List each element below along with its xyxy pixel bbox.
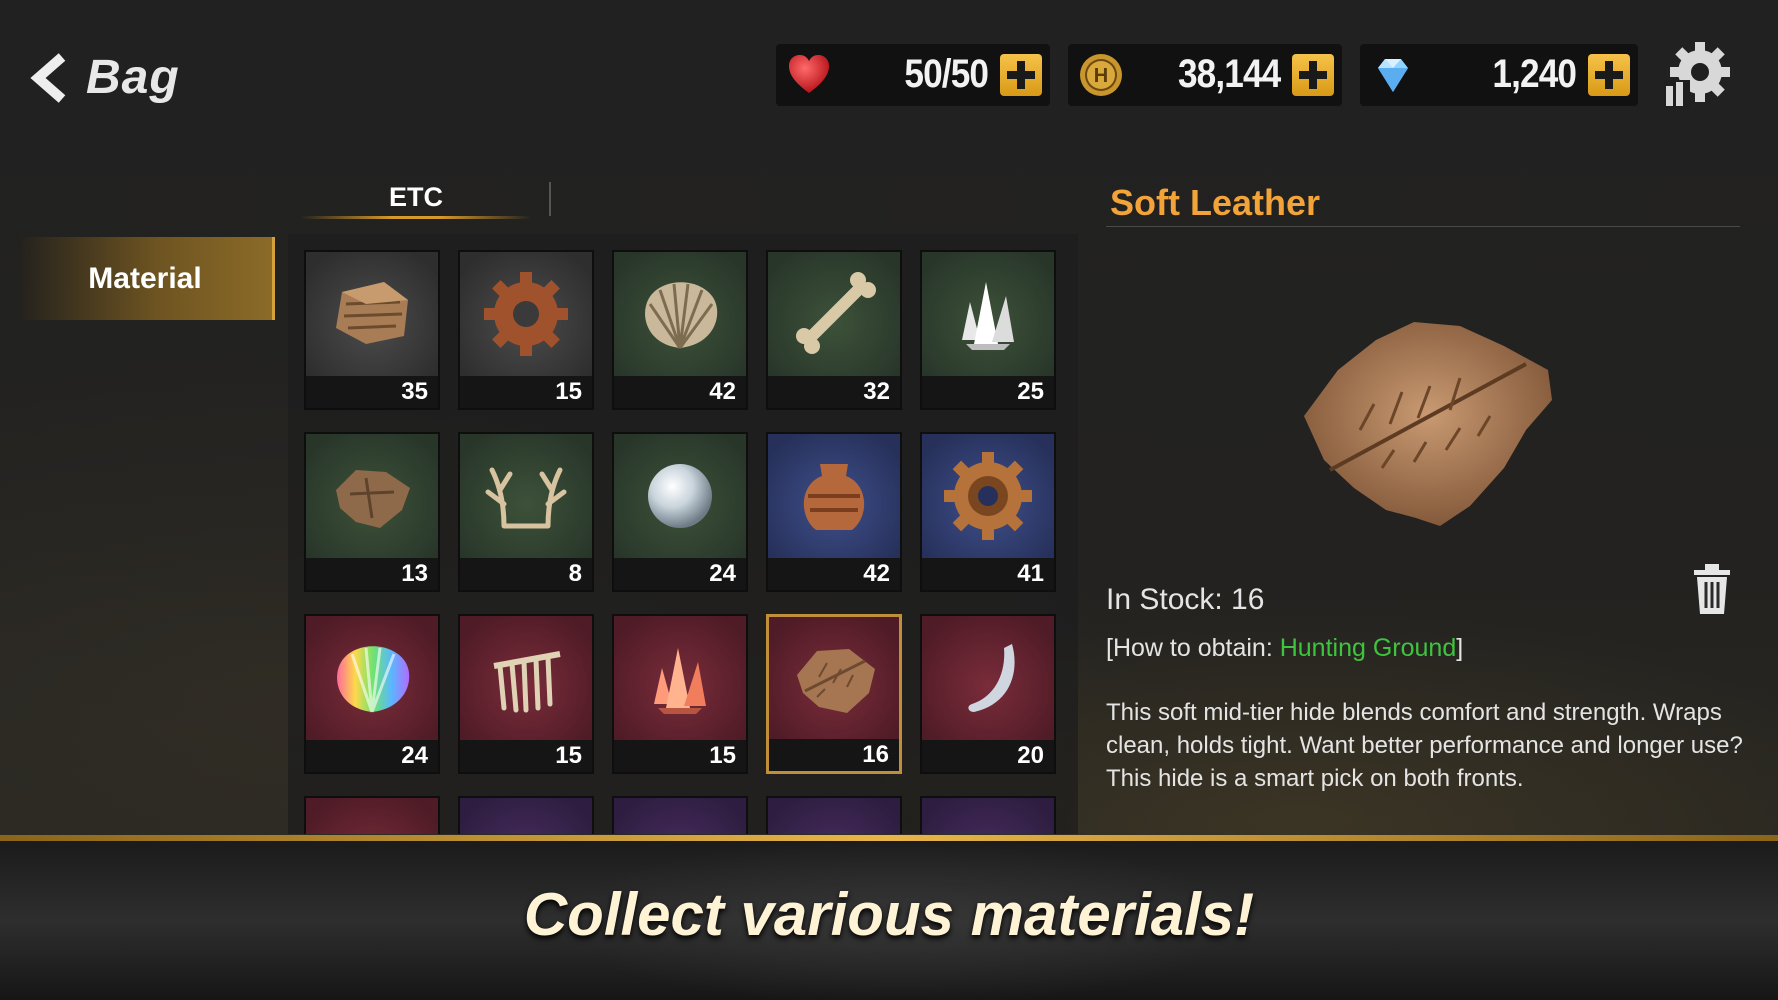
stock-count: In Stock: 16 [1106, 583, 1265, 616]
item-grid: 35 15 42 32 25 13 8 24 42 41 24 15 15 16… [288, 234, 1078, 834]
soft-leather-large-icon [1304, 322, 1552, 526]
antler-icon [485, 467, 567, 529]
rusty-gear-icon [484, 272, 568, 356]
ancient-shard-icon [336, 282, 408, 344]
item-count: 42 [614, 376, 746, 408]
add-stamina-button[interactable] [1000, 54, 1042, 96]
item-slot-rib-bones[interactable]: 15 [458, 614, 594, 774]
svg-text:H: H [1094, 65, 1108, 87]
diamond-icon [1378, 59, 1408, 92]
item-count: 20 [922, 740, 1054, 772]
item-slot-fang[interactable]: 20 [920, 614, 1056, 774]
add-gems-button[interactable] [1588, 54, 1630, 96]
red-crystal-icon [654, 648, 706, 714]
promo-banner-text: Collect various materials! [523, 881, 1255, 948]
back-arrow-icon [30, 52, 66, 103]
settings-gear-icon[interactable] [1660, 36, 1736, 112]
back-button[interactable]: Bag [28, 50, 180, 105]
item-slot-soft-leather[interactable]: 16 [766, 614, 902, 774]
item-count: 16 [769, 739, 899, 771]
how-to-obtain: [How to obtain: Hunting Ground] [1106, 634, 1463, 663]
item-count: 42 [768, 558, 900, 590]
item-slot-white-crystal[interactable]: 25 [920, 250, 1056, 410]
item-count: 35 [306, 376, 438, 408]
bone-icon [796, 272, 876, 354]
item-count: 8 [460, 558, 592, 590]
item-slot-partial[interactable] [920, 796, 1056, 834]
rainbow-shell-icon [337, 646, 410, 713]
page-title: Bag [86, 51, 180, 104]
gold-value: 38,144 [1177, 52, 1281, 96]
trash-icon[interactable] [1690, 562, 1734, 616]
obtain-location-link[interactable]: Hunting Ground [1280, 634, 1457, 662]
item-slot-partial[interactable] [304, 796, 440, 834]
tab-divider [549, 182, 551, 216]
item-slot-bronze-gear[interactable]: 41 [920, 432, 1056, 592]
detail-divider [1106, 226, 1740, 227]
sidebar-item-material[interactable]: Material [18, 237, 275, 320]
item-count: 24 [306, 740, 438, 772]
gold-counter: H 38,144 [1068, 44, 1342, 106]
shell-icon [645, 282, 718, 349]
item-slot-ancient-vase[interactable]: 42 [766, 432, 902, 592]
item-slot-partial[interactable] [612, 796, 748, 834]
stamina-counter: 50/50 [776, 44, 1050, 106]
item-count: 32 [768, 376, 900, 408]
add-gold-button[interactable] [1292, 54, 1334, 96]
item-slot-pearl[interactable]: 24 [612, 432, 748, 592]
item-count: 15 [460, 740, 592, 772]
item-detail-title: Soft Leather [1110, 182, 1321, 223]
white-crystal-icon [962, 282, 1014, 350]
gem-value: 1,240 [1492, 52, 1577, 96]
obtain-prefix: [How to obtain: [1106, 634, 1280, 662]
ancient-vase-icon [803, 464, 865, 530]
bronze-gear-icon [944, 452, 1032, 540]
item-count: 15 [614, 740, 746, 772]
rough-hide-icon [336, 470, 410, 528]
sidebar-item-label: Material [88, 261, 202, 295]
item-slot-partial[interactable] [766, 796, 902, 834]
item-slot-shell[interactable]: 42 [612, 250, 748, 410]
item-slot-partial[interactable] [458, 796, 594, 834]
item-count: 41 [922, 558, 1054, 590]
item-slot-rough-hide[interactable]: 13 [304, 432, 440, 592]
stamina-value: 50/50 [904, 52, 989, 96]
item-count: 15 [460, 376, 592, 408]
tab-etc-label: ETC [389, 182, 443, 212]
item-slot-red-crystal[interactable]: 15 [612, 614, 748, 774]
item-slot-rusty-gear[interactable]: 15 [458, 250, 594, 410]
rib-bones-icon [493, 651, 561, 713]
item-count: 24 [614, 558, 746, 590]
item-slot-antler[interactable]: 8 [458, 432, 594, 592]
pearl-icon [648, 464, 712, 528]
item-slot-ancient-shard[interactable]: 35 [304, 250, 440, 410]
gem-counter: 1,240 [1360, 44, 1638, 106]
item-count: 13 [306, 558, 438, 590]
obtain-suffix: ] [1456, 634, 1464, 662]
soft-leather-icon [797, 649, 875, 713]
item-slot-bone[interactable]: 32 [766, 250, 902, 410]
item-description: This soft mid-tier hide blends comfort a… [1106, 699, 1743, 792]
gold-coin-icon: H [1080, 54, 1122, 96]
item-count: 25 [922, 376, 1054, 408]
heart-icon [789, 55, 829, 93]
tab-etc[interactable]: ETC [300, 175, 532, 219]
item-slot-rainbow-shell[interactable]: 24 [304, 614, 440, 774]
fang-icon [968, 644, 1015, 712]
